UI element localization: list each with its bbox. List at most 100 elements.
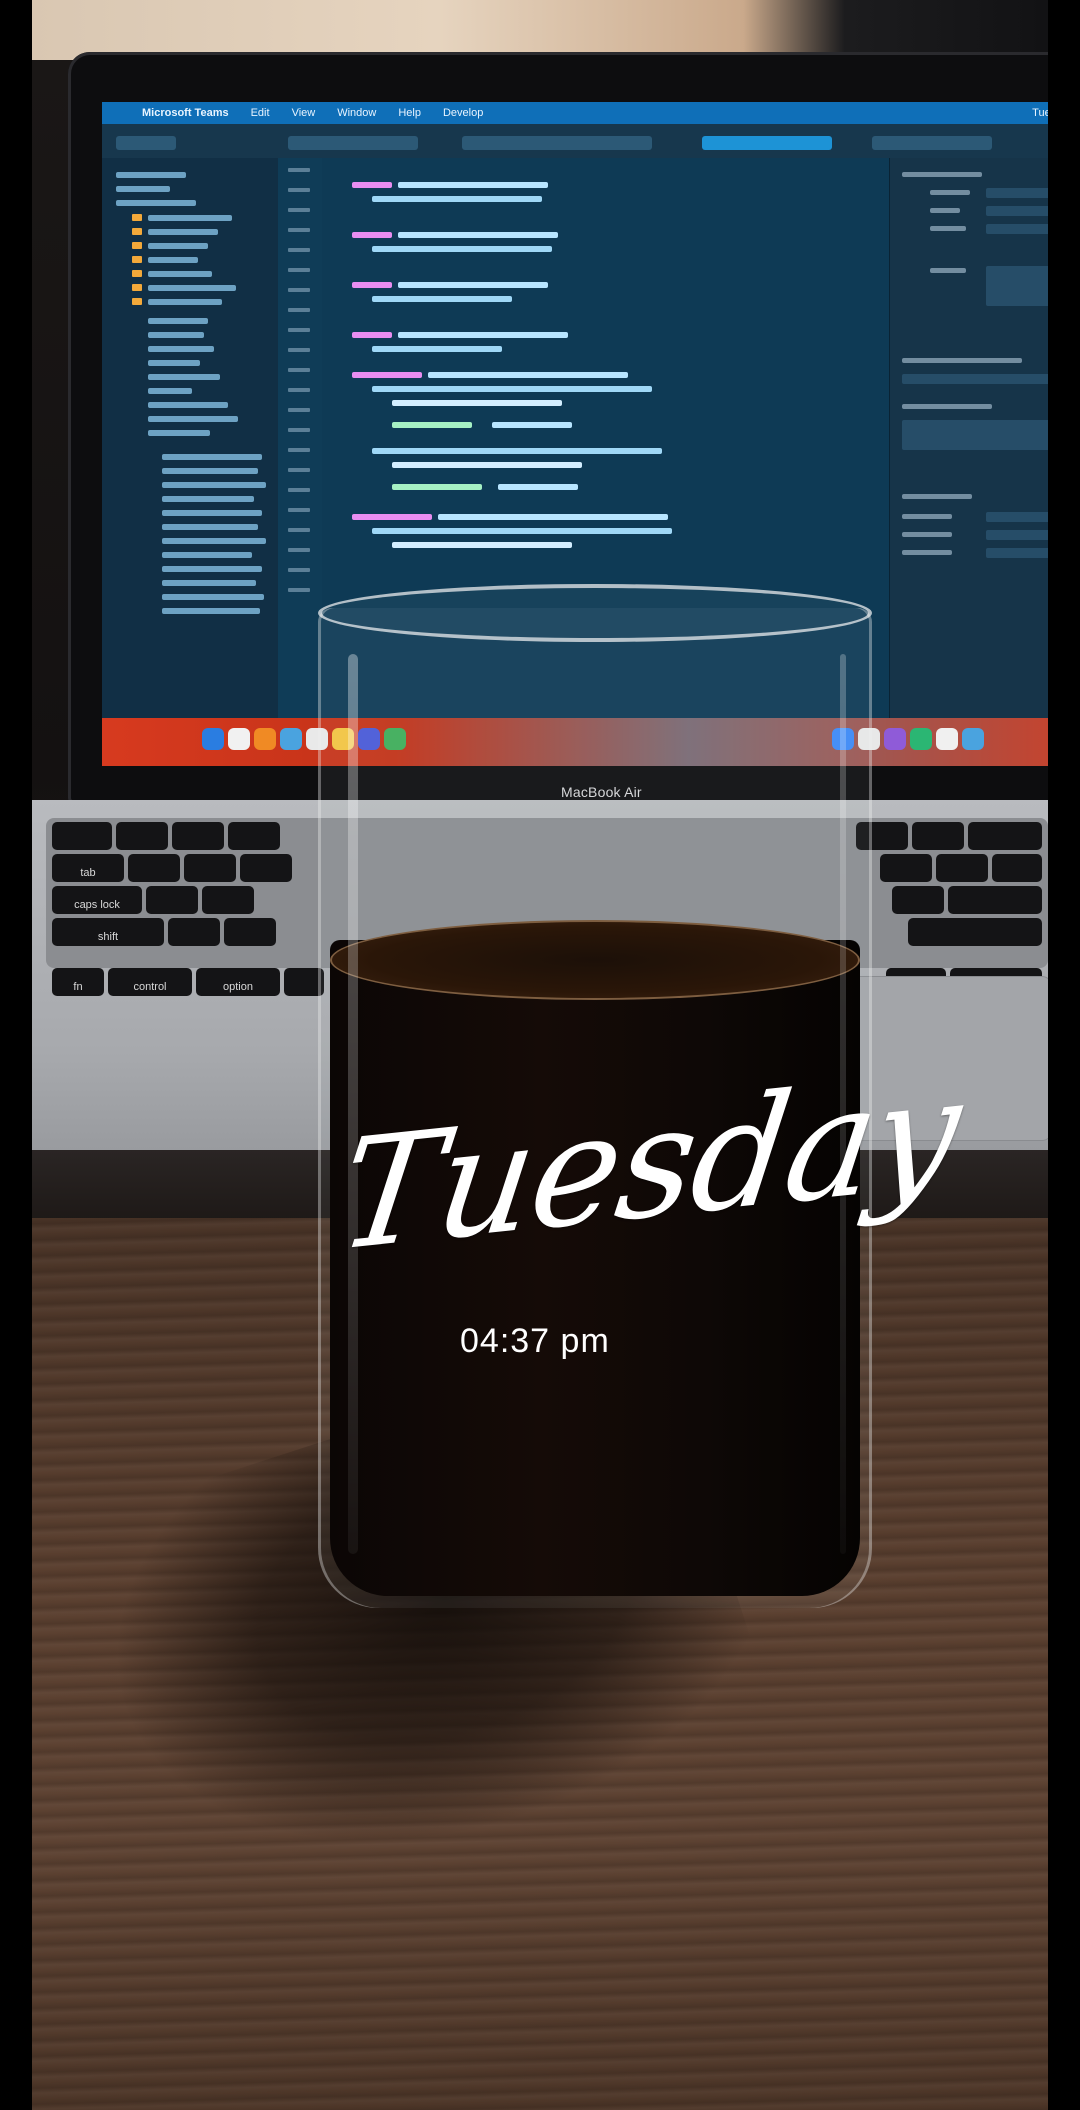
- dock-app-icon: [228, 728, 250, 750]
- nav-row: [162, 566, 262, 572]
- key-fn: fn: [52, 968, 104, 996]
- inspector-label: [930, 208, 960, 213]
- key: [228, 822, 280, 850]
- nav-row: [148, 285, 236, 291]
- nav-row: [148, 374, 220, 380]
- dock-app-icon: [962, 728, 984, 750]
- dock-app-icon: [936, 728, 958, 750]
- nav-row: [162, 580, 256, 586]
- nav-row: [162, 510, 262, 516]
- nav-row: [116, 200, 196, 206]
- menubar-item: View: [291, 107, 316, 119]
- toolbar-chip: [872, 136, 992, 150]
- code-token: [352, 182, 392, 188]
- code-token: [352, 372, 422, 378]
- key: [936, 854, 988, 882]
- key: [948, 886, 1042, 914]
- toolbar-chip: [288, 136, 418, 150]
- dock-app-icon: [884, 728, 906, 750]
- key: [224, 918, 276, 946]
- right-letterbox: [1048, 0, 1080, 2110]
- nav-row: [148, 388, 192, 394]
- line-number: [288, 188, 310, 192]
- nav-row: [148, 229, 218, 235]
- inspector-label: [902, 404, 992, 409]
- code-token: [392, 484, 482, 490]
- nav-row: [148, 257, 198, 263]
- line-number: [288, 408, 310, 412]
- inspector-label: [902, 550, 952, 555]
- line-number: [288, 508, 310, 512]
- code-token: [372, 246, 552, 252]
- nav-row: [148, 402, 228, 408]
- line-number: [288, 168, 310, 172]
- key-option: option: [196, 968, 280, 996]
- code-token: [398, 232, 558, 238]
- menubar-clock: Tue 19: [1032, 107, 1048, 119]
- key: [128, 854, 180, 882]
- time-sticker[interactable]: 04:37 pm: [460, 1322, 630, 1361]
- key-shift: shift: [52, 918, 164, 946]
- line-number: [288, 468, 310, 472]
- nav-row: [148, 299, 222, 305]
- inspector-label: [902, 358, 1022, 363]
- weekday-sticker[interactable]: Tuesday: [329, 1043, 969, 1285]
- nav-row: [148, 243, 208, 249]
- key: [116, 822, 168, 850]
- nav-row: [148, 215, 232, 221]
- nav-row: [162, 552, 252, 558]
- nav-row: [162, 524, 258, 530]
- line-number: [288, 208, 310, 212]
- inspector-label: [930, 226, 966, 231]
- line-number: [288, 588, 310, 592]
- nav-row: [162, 454, 262, 460]
- key: [240, 854, 292, 882]
- xcode-toolbar: [102, 124, 1048, 159]
- code-token: [372, 386, 652, 392]
- inspector-field: [986, 206, 1048, 216]
- line-number: [288, 288, 310, 292]
- line-number: [288, 228, 310, 232]
- line-number: [288, 448, 310, 452]
- inspector-field: [986, 224, 1048, 234]
- folder-icon: [132, 270, 142, 277]
- dock-app-icon: [910, 728, 932, 750]
- code-token: [392, 462, 582, 468]
- key-caps-lock: caps lock: [52, 886, 142, 914]
- inspector-field: [986, 188, 1048, 198]
- code-token: [352, 332, 392, 338]
- folder-icon: [132, 242, 142, 249]
- key: [52, 822, 112, 850]
- code-token: [428, 372, 628, 378]
- inspector-label: [902, 514, 952, 519]
- key: [968, 822, 1042, 850]
- code-token: [372, 448, 662, 454]
- menubar-item: Develop: [442, 107, 484, 119]
- key: [892, 886, 944, 914]
- line-number: [288, 268, 310, 272]
- left-letterbox: [0, 0, 32, 2110]
- inspector-field: [986, 266, 1048, 306]
- toolbar-chip-active: [702, 136, 832, 150]
- menubar-item: Help: [398, 107, 421, 119]
- nav-row: [116, 186, 170, 192]
- dock-app-icon: [202, 728, 224, 750]
- inspector-label: [902, 172, 982, 177]
- key: [172, 822, 224, 850]
- menubar-app-name: Microsoft Teams: [142, 107, 229, 119]
- key: [184, 854, 236, 882]
- line-number: [288, 488, 310, 492]
- line-number: [288, 528, 310, 532]
- key: [146, 886, 198, 914]
- line-number-gutter: [278, 158, 322, 718]
- inspector-label: [902, 532, 952, 537]
- file-navigator: [102, 158, 279, 718]
- menubar-item: Window: [337, 107, 377, 119]
- folder-icon: [132, 214, 142, 221]
- code-token: [392, 400, 562, 406]
- code-token: [372, 296, 512, 302]
- code-token: [398, 282, 548, 288]
- nav-row: [148, 430, 210, 436]
- glass-highlight: [348, 654, 358, 1554]
- code-token: [498, 484, 578, 490]
